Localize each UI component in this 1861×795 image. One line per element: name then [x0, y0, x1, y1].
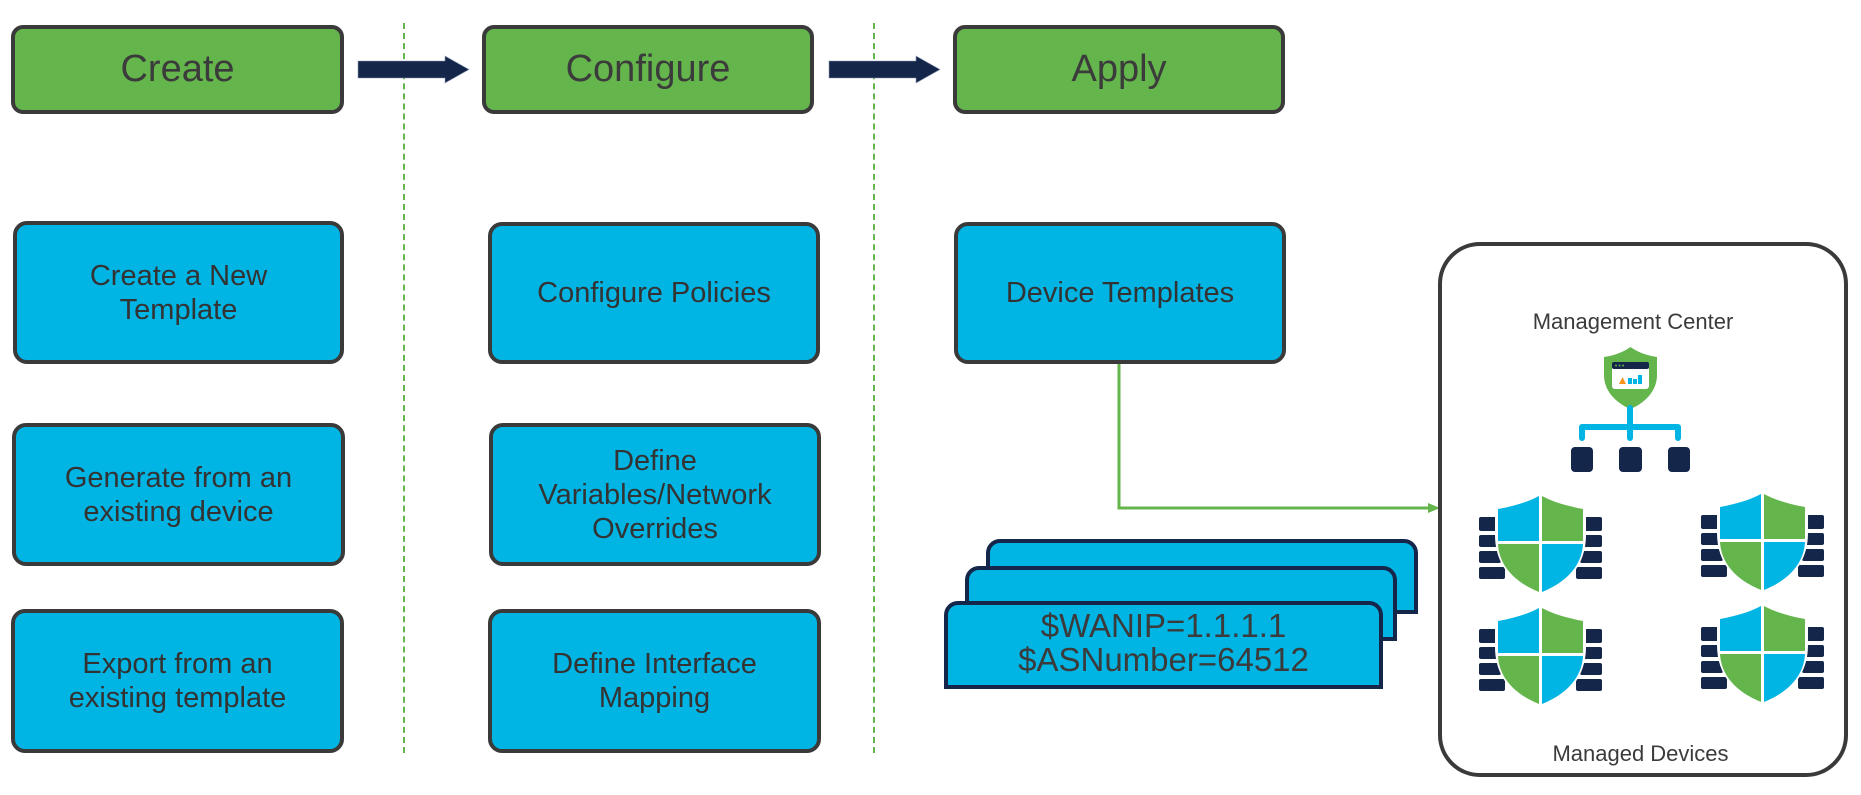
- connector-line: [1117, 364, 1430, 510]
- firewall-shield-icon: [1701, 491, 1824, 594]
- window-titlebar: [1612, 362, 1649, 369]
- management-center-shield-icon: [1604, 347, 1657, 409]
- variable-asnumber: $ASNumber=64512: [1018, 641, 1309, 678]
- node: [1619, 447, 1642, 472]
- node: [1571, 447, 1593, 472]
- managed-devices-label: Managed Devices: [1552, 741, 1729, 766]
- node: [1668, 447, 1690, 472]
- firewall-shield-icon: [1701, 603, 1824, 706]
- firewall-shield-icon: [1479, 605, 1602, 708]
- hierarchy-tree-icon: [1571, 405, 1690, 472]
- variables-card: $WANIP=1.1.1.1 $ASNumber=64512: [944, 601, 1383, 689]
- firewall-shield-icon: [1479, 493, 1602, 596]
- variable-wanip: $WANIP=1.1.1.1: [1040, 607, 1287, 644]
- management-center-label: Management Center: [1532, 309, 1734, 334]
